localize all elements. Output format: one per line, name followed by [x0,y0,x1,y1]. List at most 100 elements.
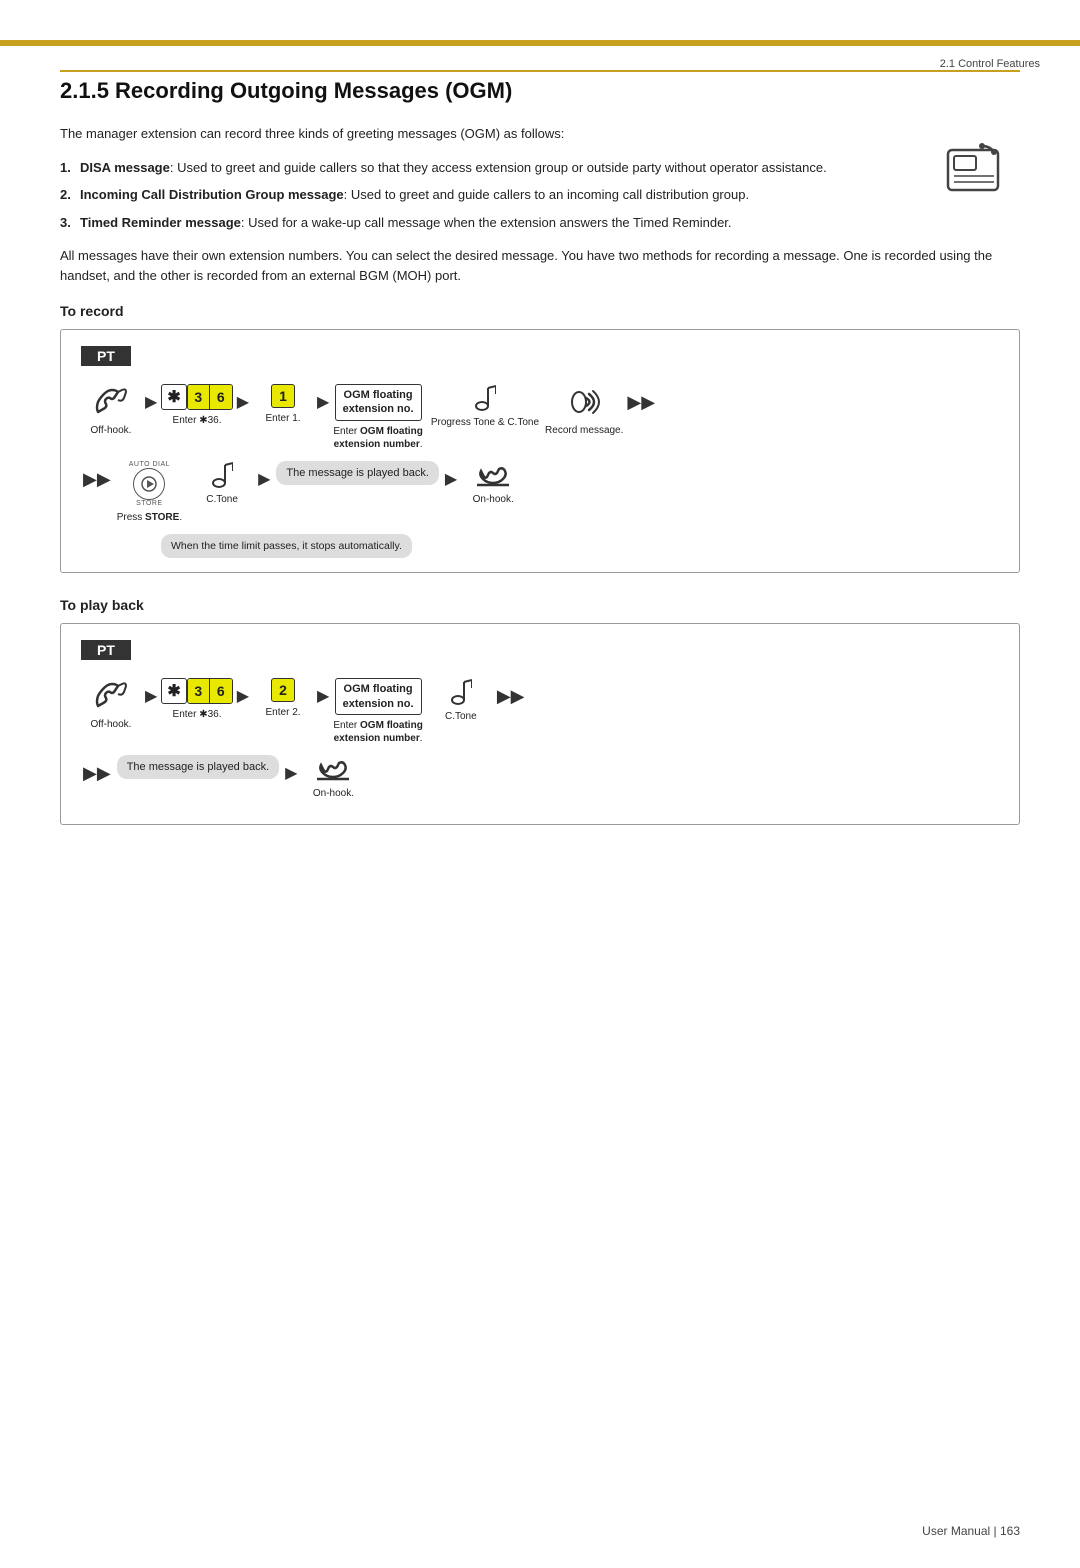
ctone-cell: C.Tone [192,461,252,506]
autodial-cell: AUTO DIAL STORE Press STORE. [117,461,182,524]
enter-ogm-label: Enter OGM floatingextension number. [333,425,422,451]
speaker-waves-icon [561,384,607,420]
top-bar [0,40,1080,46]
arrow-pb-3: ▶ [317,678,329,706]
to-play-back-diagram: PT Off-hook. ▶ ✱ 3 6 [60,623,1020,825]
ctone-label-record: C.Tone [206,493,238,506]
star-key-pb: ✱ [161,678,186,704]
bullet-2-rest: : Used to greet and guide callers to an … [344,187,749,202]
section-ref: 2.1 Control Features [940,58,1040,70]
double-arrow-pb-2: ▶▶ [83,755,111,784]
music-note-icon [474,384,496,412]
bullet-3: 3. Timed Reminder message: Used for a wa… [60,213,1020,233]
autodial-text-top: AUTO DIAL [129,461,170,468]
key-36-cell-pb: ✱ 3 6 Enter ✱36. [161,678,232,721]
ogm-box: OGM floating extension no. [335,384,422,421]
enter-36-label: Enter ✱36. [173,414,222,427]
header-section: 2.1 Control Features [940,58,1040,70]
record-row-1: Off-hook. ▶ ✱ 3 6 Enter ✱36. ▶ 1 Enter 1… [81,384,999,451]
offhook-icon-pb [92,678,130,714]
ogm-box-pb: OGM floating extension no. [335,678,422,715]
key-1: 1 [271,384,295,408]
record-icon-cell: Record message. [545,384,623,437]
page-title: 2.1.5 Recording Outgoing Messages (OGM) [60,78,1020,104]
note-balloon: When the time limit passes, it stops aut… [161,534,412,559]
ogm-cell-pb: OGM floating extension no. Enter OGM flo… [333,678,422,745]
key-6: 6 [210,385,232,409]
enter-2-label: Enter 2. [266,706,301,719]
arrow-pb-4: ▶ [285,755,297,783]
record-label: Record message. [545,424,623,437]
ogm-label1-pb: OGM floating [344,683,413,695]
pt-header-record: PT [81,346,131,366]
double-arrow-1: ▶▶ [627,384,655,413]
store-text: STORE [136,500,163,507]
bullet-1: 1. DISA message: Used to greet and guide… [60,158,1020,178]
pt-header-playback: PT [81,640,131,660]
progress-tone-label: Progress Tone & C.Tone [431,416,539,429]
arrow-pb-2: ▶ [237,678,249,706]
key-36-group-pb: 3 6 [187,678,233,704]
star-key: ✱ [161,384,186,410]
message-balloon: The message is played back. [276,461,438,485]
key-2-cell: 2 Enter 2. [253,678,313,719]
press-store-label: Press STORE. [117,511,182,524]
arrow-2: ▶ [237,384,249,412]
ctone-label-pb: C.Tone [445,710,477,723]
ogm-label1: OGM floating [344,389,413,401]
section-divider [60,70,1020,72]
ogm-label2: extension no. [343,403,414,415]
onhook-cell-record: On-hook. [463,461,523,506]
autodial-svg [140,475,158,493]
key-2: 2 [271,678,295,702]
arrow-pb-1: ▶ [145,678,157,706]
bullet-1-num: 1. [60,158,71,178]
message-balloon-cell-pb: The message is played back. [117,755,279,779]
key-36-group: 3 6 [187,384,233,410]
record-row-2: ▶▶ AUTO DIAL STORE Press STORE. [81,461,999,524]
to-record-title: To record [60,303,1020,319]
offhook-icon [92,384,130,420]
page-number: User Manual | 163 [922,1524,1020,1538]
to-play-back-title: To play back [60,597,1020,613]
arrow-4: ▶ [258,461,270,489]
message-balloon-cell: The message is played back. [276,461,438,485]
bullet-3-num: 3. [60,213,71,233]
double-arrow-pb-1: ▶▶ [497,678,525,707]
onhook-label-pb: On-hook. [313,787,354,800]
enter-1-label: Enter 1. [266,412,301,425]
offhook-label-pb: Off-hook. [91,718,132,731]
key-3: 3 [188,385,210,409]
bullet-1-bold: DISA message [80,160,170,175]
key-1-cell: 1 Enter 1. [253,384,313,425]
ogm-cell: OGM floating extension no. Enter OGM flo… [333,384,422,451]
bullet-3-bold: Timed Reminder message [80,215,241,230]
intro-text: The manager extension can record three k… [60,124,1020,144]
playback-row-1: Off-hook. ▶ ✱ 3 6 Enter ✱36. ▶ 2 Enter 2… [81,678,999,745]
key-6-pb: 6 [210,679,232,703]
double-arrow-2: ▶▶ [83,461,111,490]
progress-tone-cell: Progress Tone & C.Tone [431,384,539,429]
message-balloon-pb: The message is played back. [117,755,279,779]
onhook-icon-pb [313,755,353,783]
bullet-2-bold: Incoming Call Distribution Group message [80,187,344,202]
key-36-cell: ✱ 3 6 Enter ✱36. [161,384,232,427]
enter-36-label-pb: Enter ✱36. [173,708,222,721]
arrow-1: ▶ [145,384,157,412]
offhook-label: Off-hook. [91,424,132,437]
ctone-note-icon-pb [450,678,472,706]
ctone-note-icon [211,461,233,489]
key-3-pb: 3 [188,679,210,703]
bullet-2-num: 2. [60,185,71,205]
autodial-icon [133,468,165,500]
arrow-3: ▶ [317,384,329,412]
offhook-cell-pb: Off-hook. [81,678,141,731]
playback-row-2: ▶▶ The message is played back. ▶ On-hook… [81,755,999,800]
bullet-3-rest: : Used for a wake-up call message when t… [241,215,732,230]
onhook-label-record: On-hook. [473,493,514,506]
onhook-icon [473,461,513,489]
all-messages-text: All messages have their own extension nu… [60,246,1020,285]
bullet-2: 2. Incoming Call Distribution Group mess… [60,185,1020,205]
ctone-note-cell-pb: C.Tone [431,678,491,723]
note-area: When the time limit passes, it stops aut… [161,534,999,559]
